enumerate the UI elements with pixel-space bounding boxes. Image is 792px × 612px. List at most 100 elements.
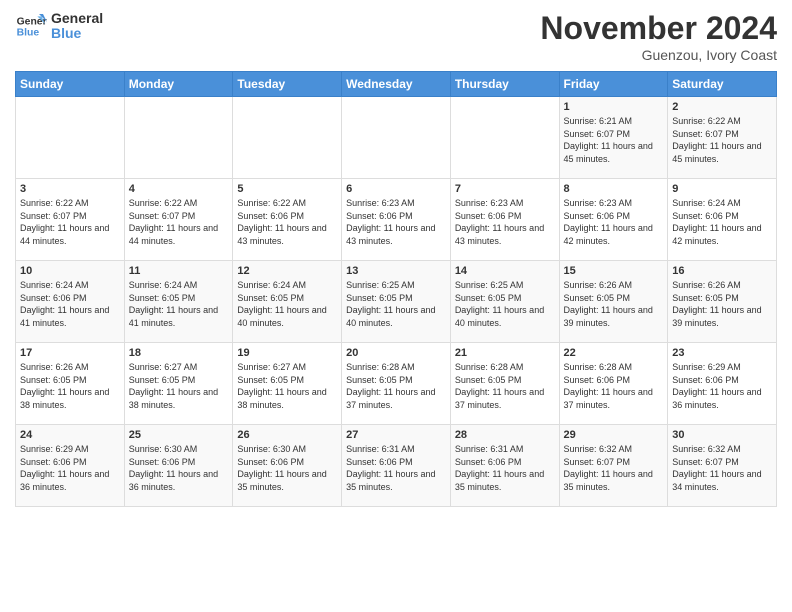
day-content: Sunrise: 6:29 AM Sunset: 6:06 PM Dayligh…: [672, 361, 772, 411]
week-row-4: 24Sunrise: 6:29 AM Sunset: 6:06 PM Dayli…: [16, 425, 777, 507]
calendar-cell: 18 Sunrise: 6:27 AM Sunset: 6:05 PM Dayli…: [124, 343, 233, 425]
calendar-cell: 4Sunrise: 6:22 AM Sunset: 6:07 PM Daylig…: [124, 179, 233, 261]
day-number: 24: [20, 429, 120, 441]
calendar-cell: 13 Sunrise: 6:25 AM Sunset: 6:05 PM Dayli…: [342, 261, 451, 343]
title-block: November 2024 Guenzou, Ivory Coast: [540, 10, 777, 63]
location: Guenzou, Ivory Coast: [540, 47, 777, 63]
calendar-cell: 22Sunrise: 6:28 AM Sunset: 6:06 PM Dayli…: [559, 343, 668, 425]
day-content: Sunrise: 6:31 AM Sunset: 6:06 PM Dayligh…: [346, 443, 446, 493]
day-number: 18: [129, 347, 229, 359]
calendar-cell: 23 Sunrise: 6:29 AM Sunset: 6:06 PM Dayli…: [668, 343, 777, 425]
month-title: November 2024: [540, 10, 777, 47]
day-content: Sunrise: 6:23 AM Sunset: 6:06 PM Dayligh…: [564, 197, 664, 247]
day-content: Sunrise: 6:22 AM Sunset: 6:07 PM Dayligh…: [672, 115, 772, 165]
calendar-cell: 21 Sunrise: 6:28 AM Sunset: 6:05 PM Dayli…: [450, 343, 559, 425]
day-number: 14: [455, 265, 555, 277]
day-number: 23: [672, 347, 772, 359]
day-content: Sunrise: 6:21 AM Sunset: 6:07 PM Dayligh…: [564, 115, 664, 165]
day-content: Sunrise: 6:23 AM Sunset: 6:06 PM Dayligh…: [346, 197, 446, 247]
logo-icon: General Blue: [15, 10, 47, 42]
week-row-1: 3Sunrise: 6:22 AM Sunset: 6:07 PM Daylig…: [16, 179, 777, 261]
day-content: Sunrise: 6:30 AM Sunset: 6:06 PM Dayligh…: [129, 443, 229, 493]
calendar-cell: 2Sunrise: 6:22 AM Sunset: 6:07 PM Daylig…: [668, 97, 777, 179]
day-number: 3: [20, 183, 120, 195]
header-day-monday: Monday: [124, 72, 233, 97]
day-number: 1: [564, 101, 664, 113]
header-day-tuesday: Tuesday: [233, 72, 342, 97]
day-content: Sunrise: 6:28 AM Sunset: 6:05 PM Dayligh…: [455, 361, 555, 411]
day-content: Sunrise: 6:27 AM Sunset: 6:05 PM Dayligh…: [237, 361, 337, 411]
calendar-cell: 1 Sunrise: 6:21 AM Sunset: 6:07 PM Daylig…: [559, 97, 668, 179]
calendar-cell: 11 Sunrise: 6:24 AM Sunset: 6:05 PM Dayli…: [124, 261, 233, 343]
calendar-cell: 9 Sunrise: 6:24 AM Sunset: 6:06 PM Daylig…: [668, 179, 777, 261]
calendar-cell: 26 Sunrise: 6:30 AM Sunset: 6:06 PM Dayli…: [233, 425, 342, 507]
day-content: Sunrise: 6:26 AM Sunset: 6:05 PM Dayligh…: [672, 279, 772, 329]
day-number: 5: [237, 183, 337, 195]
calendar-table: SundayMondayTuesdayWednesdayThursdayFrid…: [15, 71, 777, 507]
week-row-2: 10Sunrise: 6:24 AM Sunset: 6:06 PM Dayli…: [16, 261, 777, 343]
day-number: 16: [672, 265, 772, 277]
calendar-cell: 30Sunrise: 6:32 AM Sunset: 6:07 PM Dayli…: [668, 425, 777, 507]
day-number: 21: [455, 347, 555, 359]
day-content: Sunrise: 6:32 AM Sunset: 6:07 PM Dayligh…: [672, 443, 772, 493]
day-number: 19: [237, 347, 337, 359]
day-number: 22: [564, 347, 664, 359]
svg-text:General: General: [17, 16, 47, 27]
calendar-cell: [342, 97, 451, 179]
day-number: 28: [455, 429, 555, 441]
day-number: 9: [672, 183, 772, 195]
calendar-cell: [16, 97, 125, 179]
calendar-cell: 10Sunrise: 6:24 AM Sunset: 6:06 PM Dayli…: [16, 261, 125, 343]
day-number: 17: [20, 347, 120, 359]
week-row-0: 1 Sunrise: 6:21 AM Sunset: 6:07 PM Daylig…: [16, 97, 777, 179]
header-day-sunday: Sunday: [16, 72, 125, 97]
day-number: 6: [346, 183, 446, 195]
day-content: Sunrise: 6:24 AM Sunset: 6:06 PM Dayligh…: [672, 197, 772, 247]
day-content: Sunrise: 6:23 AM Sunset: 6:06 PM Dayligh…: [455, 197, 555, 247]
header-row: SundayMondayTuesdayWednesdayThursdayFrid…: [16, 72, 777, 97]
calendar-cell: 24Sunrise: 6:29 AM Sunset: 6:06 PM Dayli…: [16, 425, 125, 507]
calendar-cell: 3Sunrise: 6:22 AM Sunset: 6:07 PM Daylig…: [16, 179, 125, 261]
day-content: Sunrise: 6:24 AM Sunset: 6:05 PM Dayligh…: [129, 279, 229, 329]
calendar-cell: 7 Sunrise: 6:23 AM Sunset: 6:06 PM Daylig…: [450, 179, 559, 261]
day-content: Sunrise: 6:28 AM Sunset: 6:05 PM Dayligh…: [346, 361, 446, 411]
calendar-cell: 16 Sunrise: 6:26 AM Sunset: 6:05 PM Dayli…: [668, 261, 777, 343]
day-content: Sunrise: 6:30 AM Sunset: 6:06 PM Dayligh…: [237, 443, 337, 493]
day-content: Sunrise: 6:32 AM Sunset: 6:07 PM Dayligh…: [564, 443, 664, 493]
calendar-cell: 6 Sunrise: 6:23 AM Sunset: 6:06 PM Daylig…: [342, 179, 451, 261]
calendar-cell: 15 Sunrise: 6:26 AM Sunset: 6:05 PM Dayli…: [559, 261, 668, 343]
day-number: 15: [564, 265, 664, 277]
day-number: 27: [346, 429, 446, 441]
calendar-cell: [233, 97, 342, 179]
day-content: Sunrise: 6:24 AM Sunset: 6:06 PM Dayligh…: [20, 279, 120, 329]
calendar-cell: 12Sunrise: 6:24 AM Sunset: 6:05 PM Dayli…: [233, 261, 342, 343]
logo: General Blue General Blue: [15, 10, 103, 42]
calendar-cell: 19 Sunrise: 6:27 AM Sunset: 6:05 PM Dayli…: [233, 343, 342, 425]
day-number: 12: [237, 265, 337, 277]
header: General Blue General Blue November 2024 …: [15, 10, 777, 63]
calendar-cell: 29Sunrise: 6:32 AM Sunset: 6:07 PM Dayli…: [559, 425, 668, 507]
day-number: 25: [129, 429, 229, 441]
day-number: 8: [564, 183, 664, 195]
day-number: 7: [455, 183, 555, 195]
svg-text:Blue: Blue: [17, 28, 40, 39]
week-row-3: 17Sunrise: 6:26 AM Sunset: 6:05 PM Dayli…: [16, 343, 777, 425]
calendar-cell: [450, 97, 559, 179]
calendar-cell: 14Sunrise: 6:25 AM Sunset: 6:05 PM Dayli…: [450, 261, 559, 343]
day-number: 26: [237, 429, 337, 441]
day-content: Sunrise: 6:22 AM Sunset: 6:06 PM Dayligh…: [237, 197, 337, 247]
day-number: 4: [129, 183, 229, 195]
day-number: 11: [129, 265, 229, 277]
day-number: 13: [346, 265, 446, 277]
header-day-wednesday: Wednesday: [342, 72, 451, 97]
header-day-friday: Friday: [559, 72, 668, 97]
logo-general: General: [51, 11, 103, 26]
day-content: Sunrise: 6:27 AM Sunset: 6:05 PM Dayligh…: [129, 361, 229, 411]
day-content: Sunrise: 6:25 AM Sunset: 6:05 PM Dayligh…: [346, 279, 446, 329]
calendar-cell: 8 Sunrise: 6:23 AM Sunset: 6:06 PM Daylig…: [559, 179, 668, 261]
day-content: Sunrise: 6:26 AM Sunset: 6:05 PM Dayligh…: [564, 279, 664, 329]
logo-blue: Blue: [51, 26, 103, 41]
header-day-thursday: Thursday: [450, 72, 559, 97]
calendar-cell: 17Sunrise: 6:26 AM Sunset: 6:05 PM Dayli…: [16, 343, 125, 425]
day-number: 20: [346, 347, 446, 359]
